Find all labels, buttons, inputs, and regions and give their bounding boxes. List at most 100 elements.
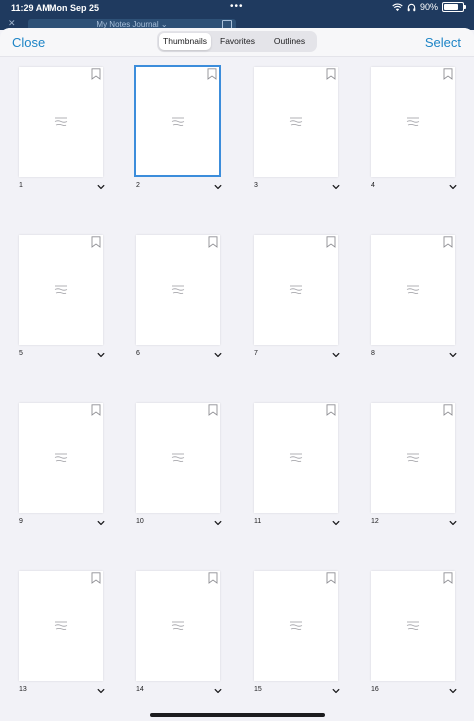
blank-page-icon xyxy=(171,453,185,463)
page-thumbnail[interactable] xyxy=(371,67,455,177)
page-number: 9 xyxy=(19,518,23,525)
multitasking-dots[interactable]: ••• xyxy=(230,1,244,12)
bookmark-icon[interactable] xyxy=(91,68,101,80)
blank-page-icon xyxy=(54,453,68,463)
page-number: 6 xyxy=(136,350,140,357)
blank-page-icon xyxy=(406,621,420,631)
blank-page-icon xyxy=(54,285,68,295)
bookmark-icon[interactable] xyxy=(443,68,453,80)
page-label-row: 1 xyxy=(19,182,105,194)
chevron-down-icon[interactable] xyxy=(332,519,340,527)
blank-page-icon xyxy=(406,117,420,127)
page-label-row: 7 xyxy=(254,350,340,362)
page-thumbnail[interactable] xyxy=(19,235,103,345)
page-thumbnail[interactable] xyxy=(19,403,103,513)
chevron-down-icon[interactable] xyxy=(214,351,222,359)
page-thumbnail[interactable] xyxy=(254,67,338,177)
bookmark-icon[interactable] xyxy=(91,404,101,416)
bookmark-icon[interactable] xyxy=(91,236,101,248)
blank-page-icon xyxy=(171,621,185,631)
bookmark-icon[interactable] xyxy=(326,68,336,80)
bookmark-icon[interactable] xyxy=(443,572,453,584)
headphones-icon xyxy=(407,3,416,11)
battery-percent: 90% xyxy=(419,2,438,12)
blank-page-icon xyxy=(54,117,68,127)
chevron-down-icon[interactable] xyxy=(332,351,340,359)
bookmark-icon[interactable] xyxy=(443,404,453,416)
page-label-row: 13 xyxy=(19,686,105,698)
blank-page-icon xyxy=(289,285,303,295)
chevron-down-icon[interactable] xyxy=(449,183,457,191)
home-indicator[interactable] xyxy=(150,713,325,717)
page-label-row: 15 xyxy=(254,686,340,698)
chevron-down-icon[interactable] xyxy=(332,687,340,695)
page-number: 13 xyxy=(19,686,27,693)
bookmark-icon[interactable] xyxy=(326,404,336,416)
bookmark-icon[interactable] xyxy=(208,404,218,416)
page-label-row: 5 xyxy=(19,350,105,362)
bookmark-icon[interactable] xyxy=(443,236,453,248)
page-number: 12 xyxy=(371,518,379,525)
chevron-down-icon[interactable] xyxy=(214,687,222,695)
page-thumbnail[interactable] xyxy=(254,571,338,681)
blank-page-icon xyxy=(289,621,303,631)
chevron-down-icon[interactable] xyxy=(214,183,222,191)
page-number: 2 xyxy=(136,182,140,189)
page-thumbnail[interactable] xyxy=(136,235,220,345)
page-thumbnail[interactable] xyxy=(371,571,455,681)
blank-page-icon xyxy=(289,117,303,127)
page-number: 16 xyxy=(371,686,379,693)
page-thumbnail[interactable] xyxy=(371,403,455,513)
chevron-down-icon[interactable] xyxy=(214,519,222,527)
page-thumbnail[interactable] xyxy=(371,235,455,345)
page-number: 5 xyxy=(19,350,23,357)
page-thumbnail[interactable] xyxy=(134,65,221,177)
chevron-down-icon[interactable] xyxy=(97,519,105,527)
bookmark-icon[interactable] xyxy=(326,572,336,584)
wifi-icon xyxy=(392,3,403,11)
status-time: 11:29 AM xyxy=(11,3,50,13)
page-label-row: 12 xyxy=(371,518,457,530)
status-bar: 11:29 AM Mon Sep 25 ••• 90% xyxy=(0,0,474,18)
page-label-row: 11 xyxy=(254,518,340,530)
page-label-row: 16 xyxy=(371,686,457,698)
page-thumbnail[interactable] xyxy=(254,403,338,513)
page-number: 1 xyxy=(19,182,23,189)
status-date: Mon Sep 25 xyxy=(49,3,100,13)
bookmark-icon[interactable] xyxy=(208,236,218,248)
chevron-down-icon[interactable] xyxy=(97,687,105,695)
page-label-row: 8 xyxy=(371,350,457,362)
chevron-down-icon[interactable] xyxy=(449,519,457,527)
page-number: 3 xyxy=(254,182,258,189)
blank-page-icon xyxy=(289,453,303,463)
status-right: 90% xyxy=(392,2,466,12)
chevron-down-icon[interactable] xyxy=(97,183,105,191)
chevron-down-icon[interactable] xyxy=(332,183,340,191)
bookmark-icon[interactable] xyxy=(207,68,217,80)
page-label-row: 9 xyxy=(19,518,105,530)
bookmark-icon[interactable] xyxy=(91,572,101,584)
chevron-down-icon[interactable] xyxy=(449,351,457,359)
page-number: 7 xyxy=(254,350,258,357)
page-thumbnail[interactable] xyxy=(136,403,220,513)
bookmark-icon[interactable] xyxy=(208,572,218,584)
page-label-row: 10 xyxy=(136,518,222,530)
battery-icon xyxy=(442,2,466,12)
page-label-row: 14 xyxy=(136,686,222,698)
page-thumbnail[interactable] xyxy=(136,571,220,681)
page-thumbnail[interactable] xyxy=(254,235,338,345)
page-label-row: 6 xyxy=(136,350,222,362)
bookmark-icon[interactable] xyxy=(326,236,336,248)
blank-page-icon xyxy=(171,285,185,295)
chevron-down-icon[interactable] xyxy=(449,687,457,695)
blank-page-icon xyxy=(54,621,68,631)
blank-page-icon xyxy=(171,117,185,127)
page-number: 14 xyxy=(136,686,144,693)
chevron-down-icon[interactable] xyxy=(97,351,105,359)
page-thumbnail[interactable] xyxy=(19,571,103,681)
battery-fill xyxy=(444,4,459,10)
page-number: 4 xyxy=(371,182,375,189)
thumbnail-grid: 1 2 3 4 5 6 7 8 9 10 11 12 13 14 15 16 xyxy=(0,28,474,721)
page-thumbnail[interactable] xyxy=(19,67,103,177)
blank-page-icon xyxy=(406,453,420,463)
